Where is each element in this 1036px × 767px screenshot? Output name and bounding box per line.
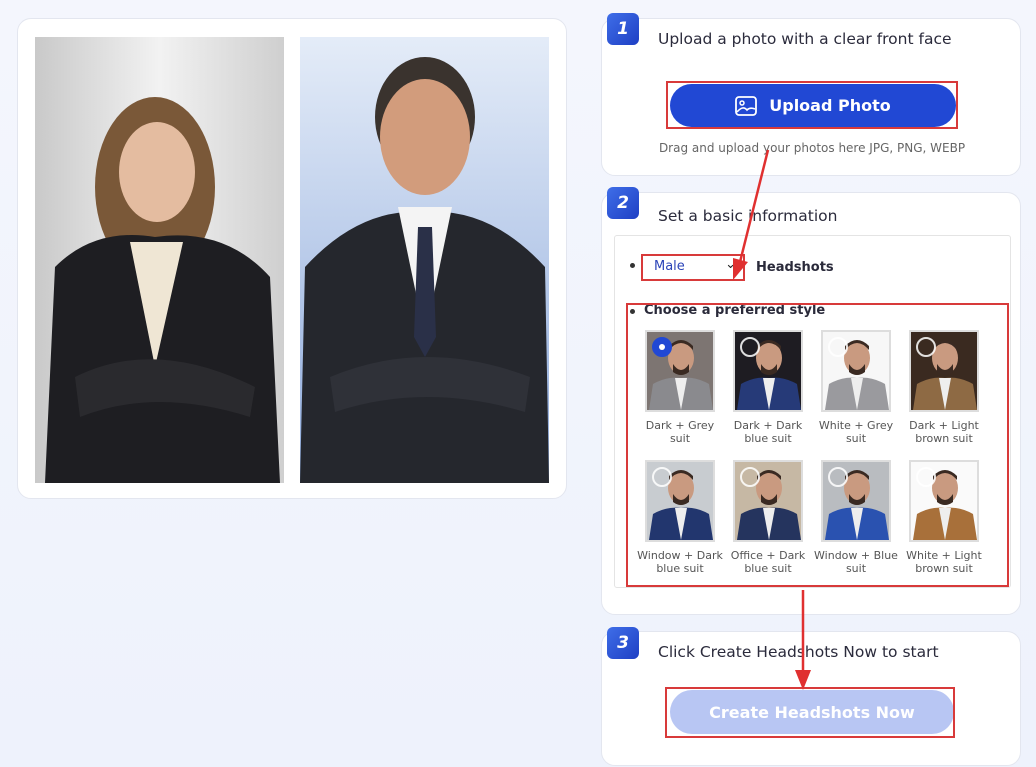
bullet xyxy=(630,263,635,268)
style-annotation-box xyxy=(626,303,1009,587)
step1-title: Upload a photo with a clear front face xyxy=(658,30,952,48)
upload-hint: Drag and upload your photos here JPG, PN… xyxy=(658,141,966,155)
example-photos-card xyxy=(17,18,567,499)
create-annotation-box xyxy=(665,687,955,738)
step2-title: Set a basic information xyxy=(658,207,838,225)
headshots-label: Headshots xyxy=(756,260,834,275)
step2-badge: 2 xyxy=(607,187,639,219)
step3-title: Click Create Headshots Now to start xyxy=(658,643,939,661)
gender-annotation-box xyxy=(641,254,745,281)
step3-badge: 3 xyxy=(607,627,639,659)
upload-annotation-box xyxy=(666,81,958,129)
step1-badge: 1 xyxy=(607,13,639,45)
example-photo-woman xyxy=(35,37,284,483)
example-photo-man xyxy=(300,37,549,483)
